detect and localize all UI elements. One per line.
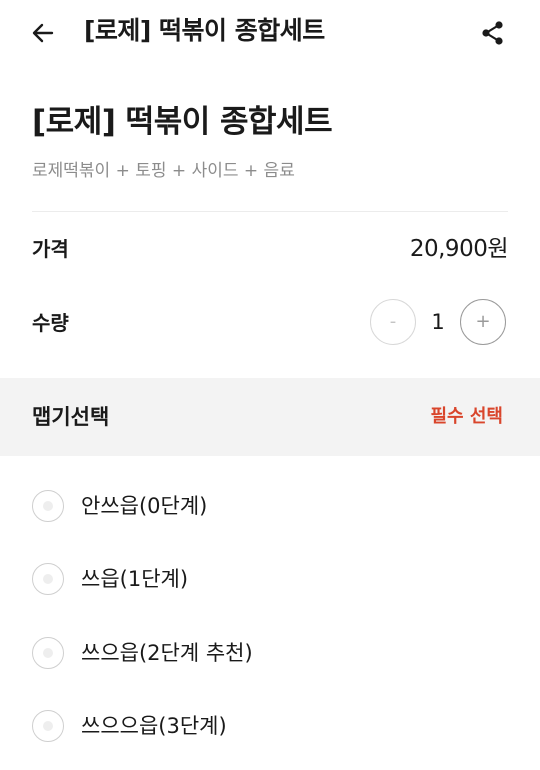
quantity-value: 1: [431, 310, 445, 334]
section-title: 맵기선택: [32, 405, 110, 429]
price-label: 가격: [32, 237, 69, 261]
radio-dot: [42, 647, 53, 658]
option-label: 쓰읍(1단계): [81, 567, 189, 591]
back-button[interactable]: [28, 18, 58, 48]
option-label: 쓰으읍(2단계 추천): [81, 641, 253, 665]
divider: [32, 211, 508, 212]
spice-section-header: 맵기선택 필수 선택: [0, 378, 540, 456]
increase-quantity-button[interactable]: +: [460, 299, 506, 345]
radio-dot: [42, 573, 53, 584]
radio-dot: [42, 720, 53, 731]
decrease-quantity-button[interactable]: -: [370, 299, 416, 345]
option-label: 안쓰읍(0단계): [81, 494, 208, 518]
share-icon: [482, 21, 503, 45]
product-description: 로제떡볶이 + 토핑 + 사이드 + 음료: [32, 161, 295, 181]
radio-button[interactable]: [32, 490, 64, 522]
option-label: 쓰으으읍(3단계): [81, 714, 227, 738]
top-app-bar: [로제] 떡볶이 종합세트: [0, 0, 540, 66]
radio-button[interactable]: [32, 563, 64, 595]
radio-button[interactable]: [32, 637, 64, 669]
spice-option-2[interactable]: 쓰으읍(2단계 추천): [32, 635, 508, 675]
spice-option-1[interactable]: 쓰읍(1단계): [32, 561, 508, 601]
price-value: 20,900원: [409, 236, 509, 262]
spice-option-0[interactable]: 안쓰읍(0단계): [32, 488, 508, 528]
product-title: [로제] 떡볶이 종합세트: [32, 104, 333, 140]
radio-button[interactable]: [32, 710, 64, 742]
arrow-left-icon: [32, 23, 54, 43]
required-badge: 필수 선택: [430, 406, 503, 427]
share-button[interactable]: [477, 17, 509, 49]
quantity-label: 수량: [32, 311, 69, 335]
spice-option-3[interactable]: 쓰으으읍(3단계): [32, 708, 508, 748]
radio-dot: [42, 500, 53, 511]
header-title: [로제] 떡볶이 종합세트: [84, 16, 325, 45]
